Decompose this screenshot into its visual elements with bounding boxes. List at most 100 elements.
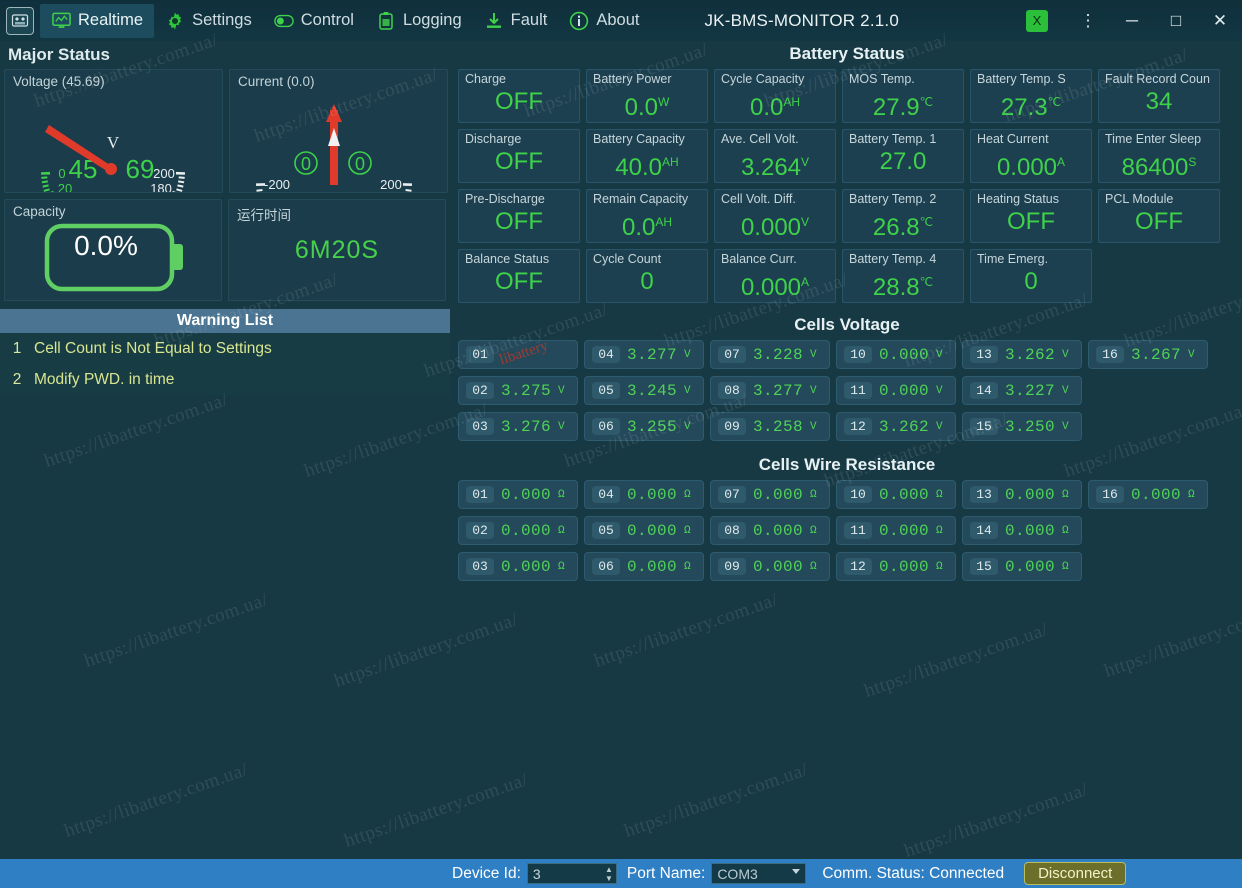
close-button[interactable]: ✕ [1198,0,1242,41]
status-tile: Cycle Count 0 [586,249,708,303]
major-status-panel: Major Status Voltage (45.69) 02040608010… [0,41,450,859]
cell-resistance-index: 10 [844,486,872,503]
cell-resistance[interactable]: 16 0.000 Ω [1088,480,1208,509]
tab-realtime-label: Realtime [78,11,144,29]
cell-voltage[interactable]: 06 3.255 V [584,412,704,441]
cell-resistance[interactable]: 13 0.000 Ω [962,480,1082,509]
cell-resistance-value: 0.000 [753,557,804,576]
status-tile: Balance Curr. 0.000A [714,249,836,303]
cell-voltage[interactable]: 08 3.277 V [710,376,830,405]
cell-voltage-index: 03 [466,418,494,435]
status-tile-value: 27.0 [879,148,927,175]
cell-voltage-index: 11 [844,382,872,399]
cell-resistance[interactable]: 01 0.000 Ω [458,480,578,509]
cell-voltage[interactable]: 14 3.227 V [962,376,1082,405]
cell-voltage-index: 15 [970,418,998,435]
cell-voltage-unit: V [936,420,943,433]
cell-voltage-unit: V [810,384,817,397]
cells-voltage-grid: 01 libattery 04 3.277 V 07 3.228 V 10 0.000 V 13 3.2… [452,338,1242,441]
cell-resistance[interactable]: 07 0.000 Ω [710,480,830,509]
status-tile: Heating Status OFF [970,189,1092,243]
cell-resistance[interactable]: 05 0.000 Ω [584,516,704,545]
status-tile: PCL Module OFF [1098,189,1220,243]
tab-fault[interactable]: Fault [473,4,559,38]
tab-about[interactable]: About [558,4,650,38]
cell-resistance-unit: Ω [684,488,691,501]
cell-voltage[interactable]: 15 3.250 V [962,412,1082,441]
cell-voltage-unit: V [1188,348,1195,361]
title-bar: Realtime Settings Control Logging Fault [0,0,1242,41]
cell-resistance-unit: Ω [810,488,817,501]
cell-voltage-value: 3.245 [627,381,678,400]
current-digits-right: 0 [355,154,365,174]
disconnect-button[interactable]: Disconnect [1024,862,1127,885]
tab-logging[interactable]: Logging [365,4,473,38]
cell-resistance[interactable]: 02 0.000 Ω [458,516,578,545]
port-name-label: Port Name: [626,864,706,882]
cell-voltage-value: 3.262 [1005,345,1056,364]
status-tile-label: Heating Status [977,192,1059,206]
comm-status-text: Comm. Status: Connected [822,864,1005,882]
cell-voltage[interactable]: 02 3.275 V [458,376,578,405]
cell-resistance[interactable]: 09 0.000 Ω [710,552,830,581]
cell-resistance[interactable]: 03 0.000 Ω [458,552,578,581]
tab-realtime[interactable]: Realtime [40,3,155,38]
status-tile-label: Battery Temp. 4 [849,252,937,266]
cells-voltage-header: Cells Voltage [794,315,900,334]
cell-resistance-unit: Ω [1062,524,1069,537]
cell-voltage[interactable]: 04 3.277 V [584,340,704,369]
cell-resistance[interactable]: 04 0.000 Ω [584,480,704,509]
cell-voltage[interactable]: 07 3.228 V [710,340,830,369]
cell-voltage[interactable]: 13 3.262 V [962,340,1082,369]
maximize-button[interactable]: □ [1154,0,1198,41]
tab-control[interactable]: Control [263,4,365,38]
status-tile-label: Battery Power [593,72,672,86]
cells-resistance-grid: 01 0.000 Ω 04 0.000 Ω 07 0.000 Ω 10 0.000 Ω 13 0.000 Ω… [452,480,1242,581]
cell-resistance[interactable]: 10 0.000 Ω [836,480,956,509]
cell-resistance-value: 0.000 [879,521,930,540]
status-tile-label: Heat Current [977,132,1049,146]
runtime-value: 6M20S [294,236,380,264]
spinner-arrows-icon[interactable]: ▲ ▼ [605,865,613,883]
cell-resistance[interactable]: 14 0.000 Ω [962,516,1082,545]
cell-resistance[interactable]: 08 0.000 Ω [710,516,830,545]
cell-resistance[interactable]: 11 0.000 Ω [836,516,956,545]
status-tile-unit: AH [655,215,673,229]
cell-voltage[interactable]: 11 0.000 V [836,376,956,405]
status-tile-label: Balance Status [465,252,550,266]
excel-export-icon[interactable]: X [1026,9,1048,32]
cell-resistance-unit: Ω [810,560,817,573]
minimize-button[interactable]: ─ [1110,0,1154,41]
cell-resistance[interactable]: 12 0.000 Ω [836,552,956,581]
app-title: JK-BMS-MONITOR 2.1.0 [704,10,899,30]
warning-row: 2 Modify PWD. in time [0,364,450,395]
svg-text:-200: -200 [264,177,290,192]
cell-voltage[interactable]: 05 3.245 V [584,376,704,405]
cell-resistance-index: 03 [466,558,494,575]
status-tile: Time Enter Sleep 86400S [1098,129,1220,183]
chevron-down-icon[interactable] [792,869,801,874]
cell-voltage[interactable]: 10 0.000 V [836,340,956,369]
cell-voltage-unit: V [810,420,817,433]
tab-logging-label: Logging [402,11,462,29]
tab-settings[interactable]: Settings [154,4,263,38]
current-needle [326,104,342,185]
cell-voltage[interactable]: 03 3.276 V [458,412,578,441]
kebab-menu-icon[interactable]: ⋮ [1066,0,1110,41]
status-tile: MOS Temp. 27.9℃ [842,69,964,123]
device-id-input[interactable]: 3 ▲ ▼ [526,863,617,884]
port-name-select[interactable]: COM3 [711,863,807,884]
tab-fault-label: Fault [510,11,548,29]
cells-resistance-header: Cells Wire Resistance [758,455,936,474]
cell-voltage[interactable]: 16 3.267 V [1088,340,1208,369]
capacity-row: Capacity 0.0% 运行时间 6M20S [0,199,450,301]
cell-voltage-value: 3.277 [627,345,678,364]
cell-voltage[interactable]: 01 libattery [458,338,578,369]
cell-resistance[interactable]: 15 0.000 Ω [962,552,1082,581]
battery-status-grid: Charge OFF Battery Power 0.0W Cycle Capacity… [452,69,1242,303]
status-tile-label: Discharge [465,132,522,146]
cell-resistance-index: 06 [592,558,620,575]
cell-resistance[interactable]: 06 0.000 Ω [584,552,704,581]
cell-voltage[interactable]: 09 3.258 V [710,412,830,441]
cell-voltage[interactable]: 12 3.262 V [836,412,956,441]
